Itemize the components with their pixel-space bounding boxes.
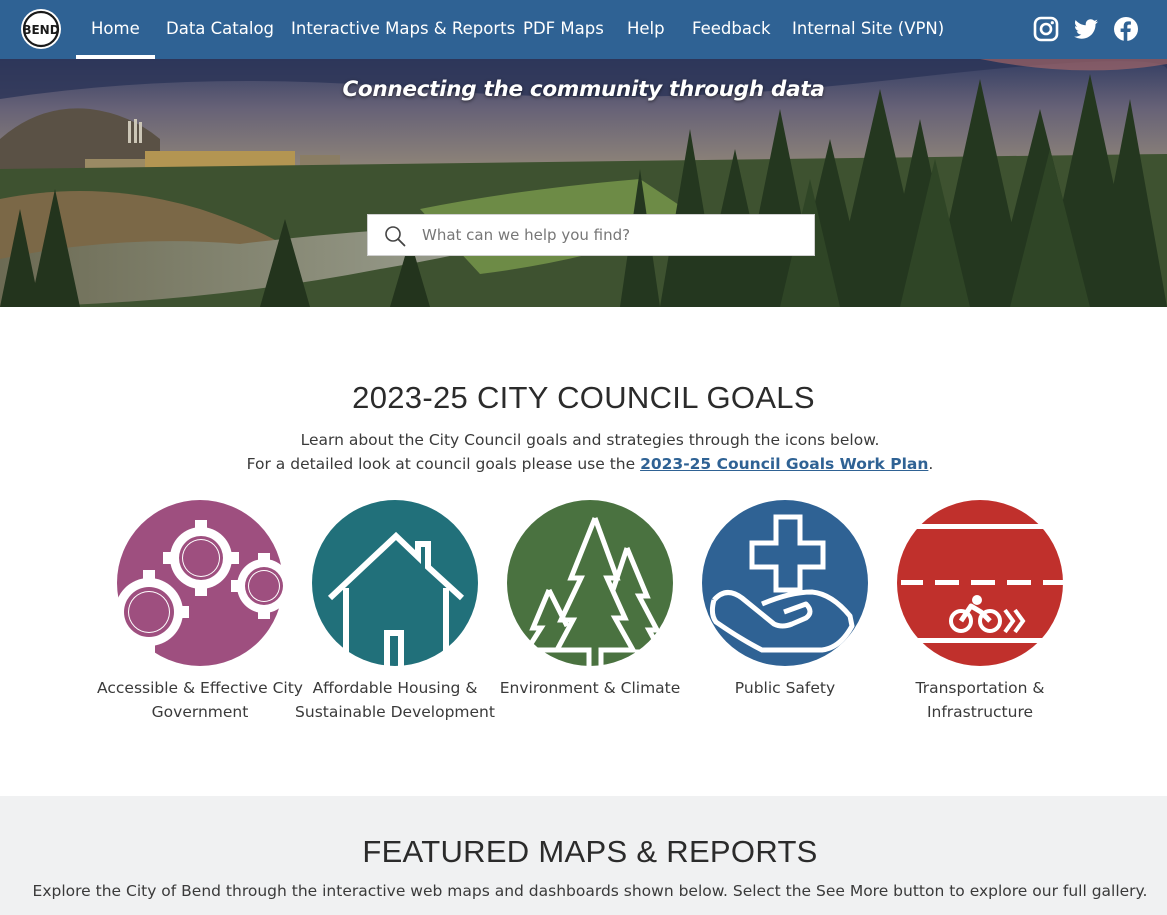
featured-description: Explore the City of Bend through the int… <box>32 882 1148 900</box>
hero-tagline: Connecting the community through data <box>342 77 825 102</box>
goal-public-safety[interactable]: Public Safety <box>702 500 868 697</box>
goal-environment-climate[interactable]: Environment & Climate <box>500 500 680 697</box>
goals-description-line1: Learn about the City Council goals and s… <box>300 431 880 449</box>
nav-internal-site[interactable]: Internal Site (VPN) <box>792 0 944 59</box>
twitter-icon[interactable] <box>1073 16 1099 42</box>
bend-logo[interactable]: BEND <box>20 8 62 50</box>
search-input[interactable] <box>422 215 802 255</box>
goal-accessible-government[interactable]: Accessible & Effective City Government <box>97 500 303 721</box>
gears-icon <box>117 500 283 666</box>
goal-label: Environment & Climate <box>499 679 681 697</box>
nav-interactive-maps-reports[interactable]: Interactive Maps & Reports <box>291 0 515 59</box>
goal-label: Transportation & Infrastructure <box>915 679 1045 721</box>
nav-help[interactable]: Help <box>627 0 665 59</box>
search-icon[interactable] <box>384 225 406 247</box>
goal-label: Accessible & Effective City Government <box>97 679 303 721</box>
top-navigation-bar: BEND Home Data Catalog Interactive Maps … <box>0 0 1167 59</box>
bike-lane-icon <box>897 500 1063 666</box>
hero-banner: Connecting the community through data <box>0 59 1167 307</box>
trees-icon <box>507 500 673 666</box>
council-goals-work-plan-link[interactable]: 2023-25 Council Goals Work Plan <box>640 455 928 473</box>
logo-text: BEND <box>22 23 59 37</box>
hand-cross-icon <box>702 500 868 666</box>
featured-section: FEATURED MAPS & REPORTS Explore the City… <box>0 796 1167 915</box>
goals-line2-prefix: For a detailed look at council goals ple… <box>246 455 641 473</box>
featured-section-title: FEATURED MAPS & REPORTS <box>362 834 818 869</box>
nav-home[interactable]: Home <box>76 0 155 59</box>
goal-label: Public Safety <box>734 679 836 697</box>
goals-section-title: 2023-25 CITY COUNCIL GOALS <box>352 380 815 415</box>
instagram-icon[interactable] <box>1033 16 1059 42</box>
nav-data-catalog[interactable]: Data Catalog <box>166 0 274 59</box>
goal-label: Affordable Housing & Sustainable Develop… <box>295 679 495 721</box>
goal-affordable-housing[interactable]: Affordable Housing & Sustainable Develop… <box>295 500 495 721</box>
goals-description-line2: For a detailed look at council goals ple… <box>0 452 1167 476</box>
nav-feedback[interactable]: Feedback <box>692 0 771 59</box>
search-box[interactable] <box>367 214 815 256</box>
goals-line2-suffix: . <box>928 455 934 473</box>
house-icon <box>312 500 478 666</box>
goal-transportation[interactable]: Transportation & Infrastructure <box>897 500 1063 721</box>
facebook-icon[interactable] <box>1113 16 1139 42</box>
goals-description: Learn about the City Council goals and s… <box>0 428 1167 476</box>
nav-pdf-maps[interactable]: PDF Maps <box>523 0 604 59</box>
